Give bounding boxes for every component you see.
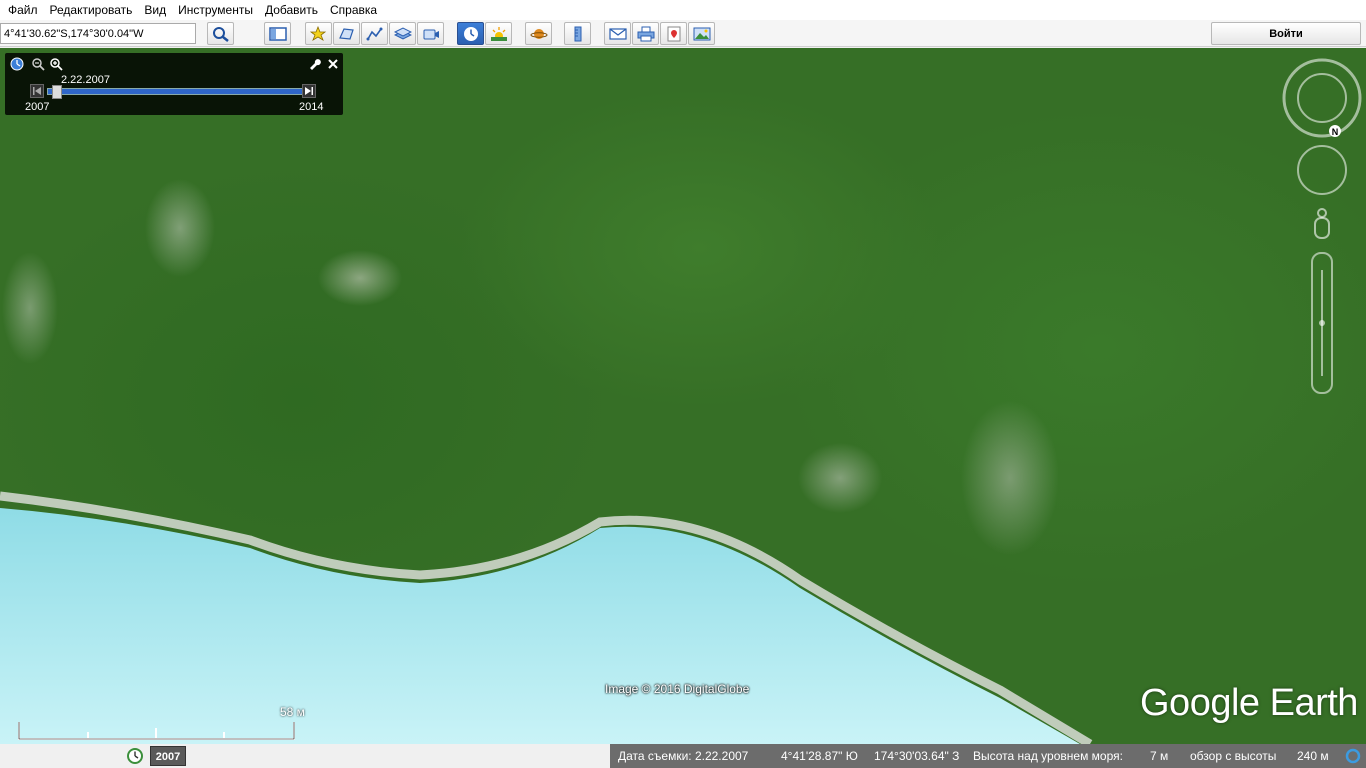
sidebar-icon: [268, 26, 287, 41]
view-in-maps-button[interactable]: [660, 22, 687, 45]
menu-bar: Файл Редактировать Вид Инструменты Добав…: [0, 0, 1366, 20]
close-icon[interactable]: [326, 57, 340, 71]
time-slider-track[interactable]: [47, 88, 303, 95]
sunlight-button[interactable]: [485, 22, 512, 45]
elevation-label: Высота над уровнем моря:: [973, 749, 1123, 763]
polygon-icon: [338, 27, 354, 40]
step-forward-button[interactable]: [302, 84, 316, 98]
path-icon: [366, 27, 382, 40]
lagoon-water: [0, 491, 1093, 744]
login-button[interactable]: Войти: [1211, 22, 1361, 45]
elevation-value: 7 м: [1150, 749, 1169, 763]
add-overlay-button[interactable]: [389, 22, 416, 45]
ruler-icon: [574, 26, 581, 41]
imagery-attribution: Image © 2016 DigitalGlobe: [605, 682, 750, 696]
imagery-year-badge[interactable]: 2007: [150, 746, 186, 766]
placemark-icon: [309, 25, 326, 41]
north-letter: N: [1332, 127, 1339, 137]
zoom-out-icon[interactable]: [31, 57, 45, 71]
print-button[interactable]: [632, 22, 659, 45]
navigation-controls: N: [1282, 58, 1362, 398]
streaming-progress-icon: [1345, 748, 1361, 764]
time-slider-start-year: 2007: [25, 101, 50, 113]
time-slider-thumb[interactable]: [51, 85, 62, 99]
add-polygon-button[interactable]: [333, 22, 360, 45]
time-slider-end-year: 2014: [299, 101, 324, 113]
step-back-button[interactable]: [30, 84, 44, 98]
menu-edit[interactable]: Редактировать: [44, 0, 139, 20]
scale-label: 58 м: [280, 705, 305, 719]
imagery-date: Дата съемки: 2.22.2007: [618, 749, 749, 763]
scale-bar: [18, 722, 295, 740]
historical-clock-icon[interactable]: [127, 748, 143, 764]
clock-icon[interactable]: [10, 57, 24, 71]
email-icon: [608, 27, 627, 40]
planets-button[interactable]: [525, 22, 552, 45]
record-tour-button[interactable]: [417, 22, 444, 45]
historical-imagery-icon: [463, 26, 478, 41]
menu-tools[interactable]: Инструменты: [172, 0, 259, 20]
zoom-slider[interactable]: [1311, 252, 1333, 394]
historical-imagery-button[interactable]: [457, 22, 484, 45]
menu-add[interactable]: Добавить: [259, 0, 324, 20]
historical-time-slider: 2.22.2007 2007 2014: [5, 53, 343, 115]
compass-ring[interactable]: [1282, 58, 1362, 138]
tour-icon: [423, 29, 439, 39]
search-icon: [212, 26, 229, 42]
map-view[interactable]: Image © 2016 DigitalGlobe Google Earth: [0, 48, 1366, 744]
add-path-button[interactable]: [361, 22, 388, 45]
longitude-readout: 174°30'03.64" З: [874, 749, 960, 763]
wrench-icon[interactable]: [307, 57, 321, 71]
menu-help[interactable]: Справка: [324, 0, 383, 20]
time-slider-date: 2.22.2007: [61, 74, 110, 86]
save-image-button[interactable]: [688, 22, 715, 45]
sidebar-toggle-button[interactable]: [264, 22, 291, 45]
google-earth-logo: Google Earth: [1140, 682, 1358, 724]
street-view-pegman-icon[interactable]: [1314, 208, 1330, 239]
latitude-readout: 4°41'28.87" Ю: [781, 749, 858, 763]
step-back-icon: [33, 87, 41, 95]
look-joystick[interactable]: [1297, 145, 1347, 195]
add-placemark-button[interactable]: [305, 22, 332, 45]
eye-altitude-label: обзор с высоты: [1190, 749, 1277, 763]
toolbar: Войти: [0, 20, 1366, 47]
sun-icon: [490, 26, 507, 41]
search-button[interactable]: [207, 22, 234, 45]
email-button[interactable]: [604, 22, 631, 45]
planets-icon: [530, 28, 547, 39]
overlay-icon: [393, 26, 412, 40]
step-forward-icon: [305, 87, 313, 95]
save-image-icon: [693, 27, 710, 40]
maps-icon: [667, 26, 680, 41]
zoom-in-icon[interactable]: [49, 57, 63, 71]
status-bar: Дата съемки: 2.22.2007 4°41'28.87" Ю 174…: [610, 744, 1366, 768]
ruler-button[interactable]: [564, 22, 591, 45]
print-icon: [637, 26, 654, 41]
search-input[interactable]: [0, 23, 196, 44]
menu-file[interactable]: Файл: [2, 0, 44, 20]
eye-altitude-value: 240 м: [1297, 749, 1329, 763]
menu-view[interactable]: Вид: [138, 0, 172, 20]
